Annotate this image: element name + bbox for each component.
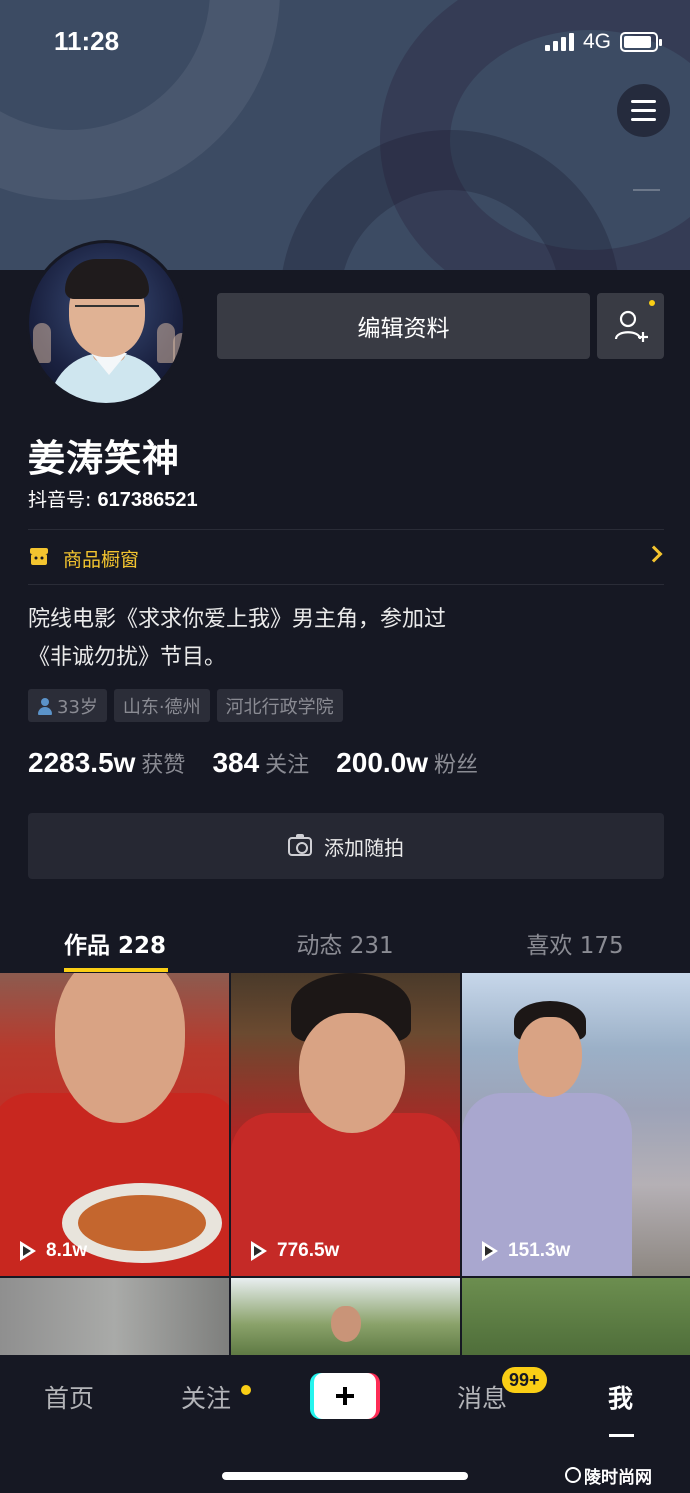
person-icon xyxy=(37,697,53,715)
video-thumbnail[interactable] xyxy=(0,1278,229,1355)
followers-stat[interactable]: 200.0w 粉丝 xyxy=(336,747,478,779)
active-tab-indicator xyxy=(64,968,168,972)
nav-home[interactable]: 首页 xyxy=(44,1379,94,1415)
likes-count: 2283.5w xyxy=(28,747,136,778)
video-thumbnail[interactable] xyxy=(462,1278,690,1355)
avatar[interactable] xyxy=(26,240,186,406)
location-tag-label: 山东·德州 xyxy=(122,696,201,718)
age-tag: 33岁 xyxy=(28,689,107,722)
shop-window-row[interactable]: 商品橱窗 xyxy=(28,541,664,575)
followers-label: 粉丝 xyxy=(434,753,479,778)
watermark: 陵时尚网 xyxy=(565,1460,690,1490)
camera-icon xyxy=(288,833,312,856)
divider xyxy=(28,529,664,530)
watermark-text: 陵时尚网 xyxy=(584,1467,652,1488)
nickname: 姜涛笑神 xyxy=(28,437,180,480)
content-tabs: 作品 228 动态 231 喜欢 175 xyxy=(0,918,690,973)
bio-line: 院线电影《求求你爱上我》男主角，参加过 xyxy=(28,607,447,632)
notification-dot xyxy=(649,300,655,306)
video-grid: 8.1w 776.5w 151.3w xyxy=(0,973,690,1355)
likes-label: 获赞 xyxy=(141,753,186,778)
view-count: 151.3w xyxy=(480,1240,570,1262)
notification-dot xyxy=(241,1385,251,1395)
play-icon xyxy=(480,1240,500,1262)
profile-tags: 33岁 山东·德州 河北行政学院 xyxy=(28,689,343,722)
video-thumbnail[interactable]: 151.3w xyxy=(462,973,690,1276)
battery-icon xyxy=(620,32,662,52)
profile-stats: 2283.5w 获赞 384 关注 200.0w 粉丝 xyxy=(28,747,505,787)
nav-me[interactable]: 我 xyxy=(608,1379,633,1415)
location-tag: 山东·德州 xyxy=(113,689,210,722)
network-type: 4G xyxy=(583,30,612,53)
profile-page: 11:28 4G 编辑资料 姜涛笑神 抖音号: 617386521 商品橱窗 院… xyxy=(0,0,690,1493)
tab-works[interactable]: 作品 228 xyxy=(0,926,230,960)
nav-messages[interactable]: 消息 xyxy=(457,1379,507,1415)
tab-likes[interactable]: 喜欢 175 xyxy=(460,926,690,960)
bio-line: 《非诚勿扰》节目。 xyxy=(28,645,227,670)
douyin-id-value: 617386521 xyxy=(97,489,198,511)
school-tag: 河北行政学院 xyxy=(216,689,343,722)
divider xyxy=(28,584,664,585)
view-count-label: 776.5w xyxy=(277,1240,340,1261)
douyin-id[interactable]: 抖音号: 617386521 xyxy=(28,485,198,512)
play-icon xyxy=(249,1240,269,1262)
likes-stat[interactable]: 2283.5w 获赞 xyxy=(28,747,185,779)
home-indicator[interactable] xyxy=(222,1472,468,1480)
following-label: 关注 xyxy=(265,753,310,778)
following-stat[interactable]: 384 关注 xyxy=(212,747,309,779)
active-nav-indicator xyxy=(609,1434,634,1437)
view-count: 8.1w xyxy=(18,1240,87,1262)
nav-follow[interactable]: 关注 xyxy=(181,1379,231,1415)
messages-badge: 99+ xyxy=(502,1367,547,1393)
watermark-logo-icon xyxy=(565,1467,581,1483)
shop-window-label: 商品橱窗 xyxy=(63,549,140,571)
bio: 院线电影《求求你爱上我》男主角，参加过 《非诚勿扰》节目。 xyxy=(28,601,628,677)
view-count: 776.5w xyxy=(249,1240,339,1262)
status-time: 11:28 xyxy=(54,26,120,56)
shop-icon xyxy=(30,548,48,565)
following-count: 384 xyxy=(212,747,260,778)
banner-decoration xyxy=(633,189,660,191)
add-photo-label: 添加随拍 xyxy=(324,835,404,860)
edit-profile-button[interactable]: 编辑资料 xyxy=(217,293,590,359)
video-thumbnail[interactable]: 776.5w xyxy=(231,973,460,1276)
video-thumbnail[interactable] xyxy=(231,1278,460,1355)
hamburger-menu-icon[interactable] xyxy=(617,84,670,137)
chevron-right-icon xyxy=(645,545,663,563)
video-thumbnail[interactable]: 8.1w xyxy=(0,973,229,1276)
age-tag-label: 33岁 xyxy=(57,696,98,718)
signal-icon xyxy=(545,33,577,51)
add-friend-button[interactable] xyxy=(597,293,664,359)
view-count-label: 8.1w xyxy=(46,1240,88,1261)
followers-count: 200.0w xyxy=(336,747,429,778)
douyin-id-label: 抖音号: xyxy=(28,489,98,511)
play-icon xyxy=(18,1240,38,1262)
add-photo-button[interactable]: 添加随拍 xyxy=(28,813,664,879)
view-count-label: 151.3w xyxy=(508,1240,571,1261)
school-tag-label: 河北行政学院 xyxy=(225,696,334,718)
create-button[interactable] xyxy=(310,1373,380,1419)
bottom-nav: 首页 关注 消息 99+ 我 陵时尚网 xyxy=(0,1355,690,1493)
status-bar: 11:28 4G xyxy=(0,0,690,84)
tab-activity[interactable]: 动态 231 xyxy=(230,926,460,960)
